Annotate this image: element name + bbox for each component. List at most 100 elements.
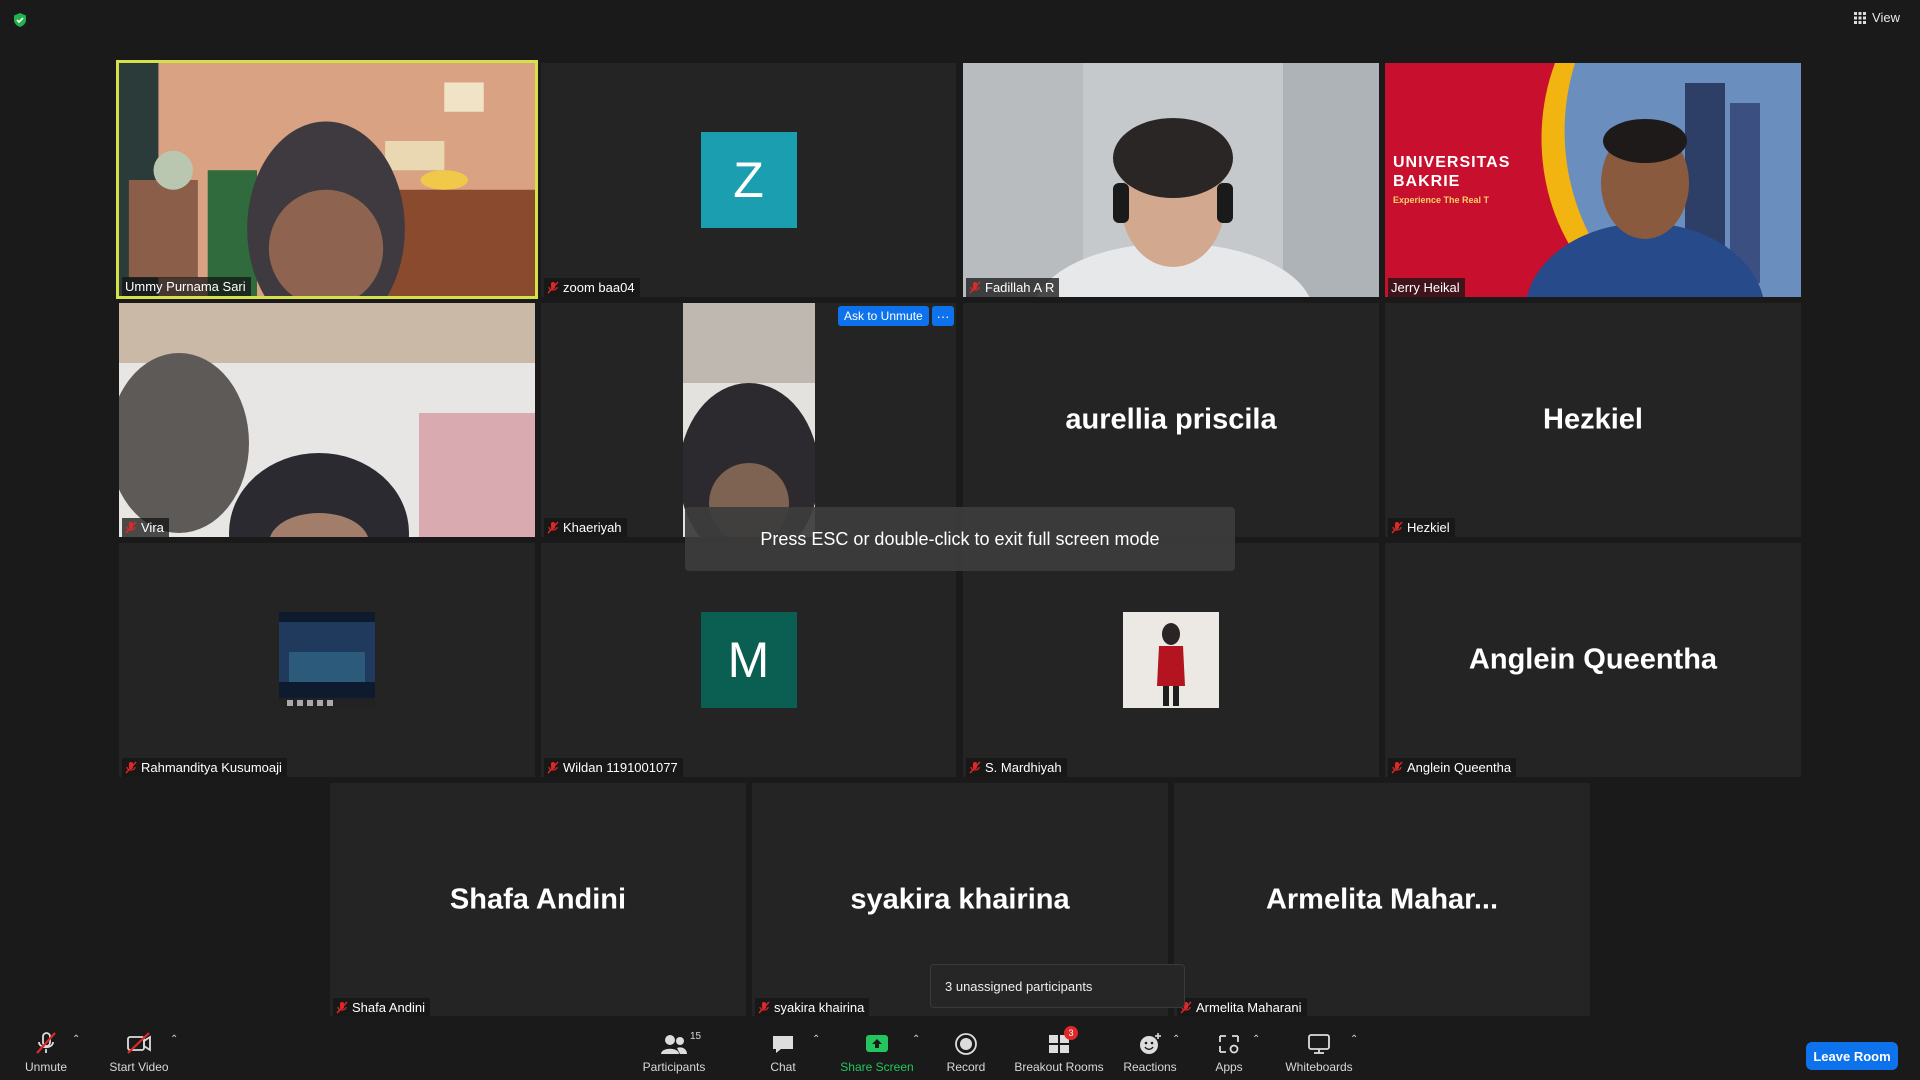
participant-name-tag: Rahmanditya Kusumoaji: [122, 758, 287, 777]
participant-display-name: Shafa Andini: [449, 883, 627, 916]
participants-label: Participants: [642, 1060, 706, 1074]
record-button[interactable]: Record: [942, 1016, 990, 1080]
participants-button[interactable]: Participants: [640, 1016, 708, 1080]
record-label: Record: [946, 1060, 986, 1074]
reactions-button[interactable]: Reactions: [1120, 1016, 1180, 1080]
video-tile-zoom-baa04[interactable]: Z zoom baa04: [541, 63, 956, 297]
participant-name-tag: Anglein Queentha: [1388, 758, 1517, 777]
reactions-label: Reactions: [1123, 1060, 1177, 1074]
video-tile-rahmanditya[interactable]: Rahmanditya Kusumoaji: [119, 543, 535, 777]
mic-muted-icon: [758, 1001, 770, 1014]
record-icon: [955, 1033, 977, 1055]
share-screen-label: Share Screen: [840, 1060, 914, 1074]
chat-icon: [773, 1036, 793, 1053]
smiley-plus-icon: [1140, 1033, 1161, 1054]
whiteboards-options-caret[interactable]: ⌃: [1350, 1034, 1358, 1045]
whiteboards-button[interactable]: Whiteboards: [1280, 1016, 1358, 1080]
video-tile-armelita[interactable]: Armelita Mahar... Armelita Maharani: [1174, 783, 1590, 1017]
video-tile-wildan[interactable]: M Wildan 1191001077: [541, 543, 956, 777]
unmute-label: Unmute: [24, 1060, 68, 1074]
video-tile-anglein[interactable]: Anglein Queentha Anglein Queentha: [1385, 543, 1801, 777]
participant-display-name: Anglein Queentha: [1468, 643, 1718, 676]
mic-muted-icon: [336, 1001, 348, 1014]
share-screen-button[interactable]: Share Screen: [838, 1016, 916, 1080]
video-tile-jerry[interactable]: UNIVERSITAS BAKRIE Experience The Real T…: [1385, 63, 1801, 297]
share-options-caret[interactable]: ⌃: [912, 1034, 920, 1045]
apps-options-caret[interactable]: ⌃: [1252, 1034, 1260, 1045]
video-tile-aurellia[interactable]: aurellia priscila: [963, 303, 1379, 537]
participant-name-tag: Vira: [122, 518, 169, 537]
mic-muted-icon: [547, 521, 559, 534]
mic-muted-icon: [547, 281, 559, 294]
start-video-button[interactable]: Start Video: [104, 1016, 174, 1080]
participant-video: [119, 63, 535, 296]
video-options-caret[interactable]: ⌃: [170, 1034, 178, 1045]
chat-options-caret[interactable]: ⌃: [812, 1034, 820, 1045]
participant-video: [963, 63, 1379, 297]
participant-name-tag: Armelita Maharani: [1177, 998, 1307, 1017]
leave-room-button[interactable]: Leave Room: [1806, 1042, 1898, 1070]
chat-button[interactable]: Chat: [758, 1016, 808, 1080]
video-tile-shafa[interactable]: Shafa Andini Shafa Andini: [330, 783, 746, 1017]
participant-name-tag: Fadillah A R: [966, 278, 1060, 297]
apps-label: Apps: [1215, 1060, 1243, 1074]
apps-button[interactable]: Apps: [1208, 1016, 1250, 1080]
whiteboard-icon: [1308, 1034, 1330, 1054]
participant-name-tag: Hezkiel: [1388, 518, 1455, 537]
grid-icon: [1854, 11, 1867, 24]
mic-muted-icon: [1391, 521, 1403, 534]
security-shield-icon[interactable]: [12, 12, 28, 28]
whiteboards-label: Whiteboards: [1285, 1060, 1353, 1074]
participant-display-name: aurellia priscila: [1065, 403, 1277, 436]
chat-label: Chat: [770, 1060, 796, 1074]
participant-display-name: syakira khairina: [850, 883, 1070, 916]
mic-muted-icon: [1391, 761, 1403, 774]
participant-name-tag: Jerry Heikal: [1388, 278, 1465, 297]
mic-muted-icon: [125, 521, 137, 534]
participant-display-name: Armelita Mahar...: [1265, 883, 1499, 916]
participant-name-tag: zoom baa04: [544, 278, 640, 297]
apps-icon: [1219, 1035, 1239, 1054]
reactions-options-caret[interactable]: ⌃: [1172, 1034, 1180, 1045]
unmute-button[interactable]: Unmute: [16, 1016, 76, 1080]
avatar: M: [700, 612, 797, 708]
audio-options-caret[interactable]: ⌃: [72, 1034, 80, 1045]
participants-icon: [661, 1035, 687, 1054]
ask-to-unmute-button[interactable]: Ask to Unmute: [838, 306, 929, 326]
video-tile-mardhiyah[interactable]: S. Mardhiyah: [963, 543, 1379, 777]
participant-name-tag: S. Mardhiyah: [966, 758, 1067, 777]
video-tile-fadillah[interactable]: Fadillah A R: [963, 63, 1379, 297]
participant-video: [119, 303, 535, 537]
meeting-toolbar: Unmute ⌃ Start Video ⌃ Participants 15 C…: [0, 1016, 1920, 1080]
mic-muted-icon: [969, 761, 981, 774]
tooltip-text: 3 unassigned participants: [945, 978, 1093, 994]
unassigned-participants-tooltip: 3 unassigned participants: [930, 964, 1185, 1008]
participant-video: [683, 303, 815, 537]
video-camera-off-icon: [127, 1032, 151, 1054]
breakout-rooms-label: Breakout Rooms: [1014, 1060, 1104, 1074]
participants-count: 15: [690, 1031, 702, 1042]
mic-muted-icon: [969, 281, 981, 294]
profile-picture: [279, 612, 375, 708]
breakout-rooms-button[interactable]: Breakout Rooms: [1012, 1016, 1106, 1080]
banner-subtext: Experience The Real T: [1393, 195, 1490, 205]
video-tile-hezkiel[interactable]: Hezkiel Hezkiel: [1385, 303, 1801, 537]
view-label: View: [1872, 10, 1900, 25]
view-button[interactable]: View: [1854, 10, 1900, 25]
more-options-button[interactable]: ···: [932, 306, 954, 326]
mic-muted-icon: [547, 761, 559, 774]
video-tile-vira[interactable]: Vira: [119, 303, 535, 537]
start-video-label: Start Video: [109, 1060, 169, 1074]
participant-display-name: Hezkiel: [1543, 403, 1643, 436]
breakout-rooms-badge: 3: [1064, 1026, 1078, 1040]
share-screen-icon: [866, 1035, 888, 1052]
microphone-muted-icon: [36, 1032, 56, 1054]
fullscreen-toast-text: Press ESC or double-click to exit full s…: [760, 528, 1160, 549]
banner-text: BAKRIE: [1393, 173, 1461, 190]
avatar: Z: [700, 132, 797, 228]
video-tile-khaeriyah[interactable]: Khaeriyah: [541, 303, 956, 537]
profile-picture: [1123, 612, 1219, 708]
video-tile-ummy[interactable]: Ummy Purnama Sari: [116, 60, 538, 299]
participant-name-tag: Ummy Purnama Sari: [122, 277, 251, 296]
participant-name-tag: Wildan 1191001077: [544, 758, 683, 777]
